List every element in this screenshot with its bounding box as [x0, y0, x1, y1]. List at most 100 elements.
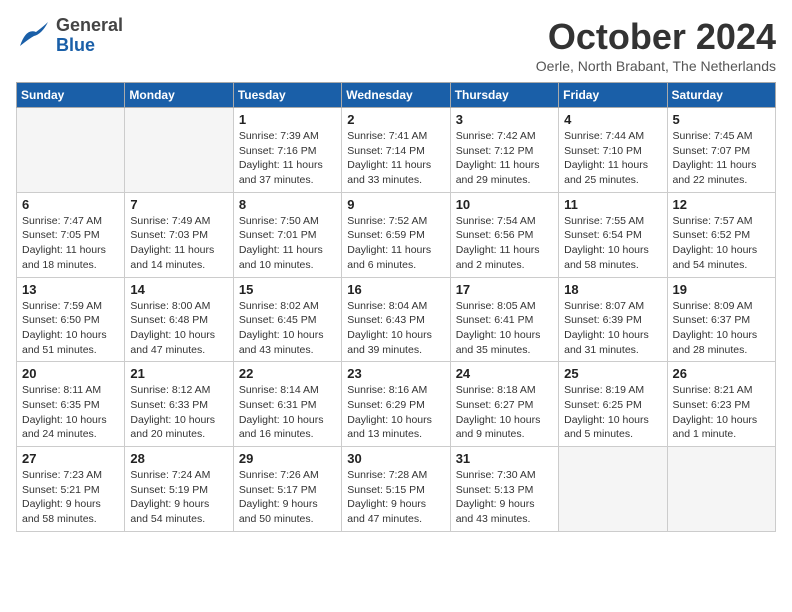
calendar-week-row: 13 Sunrise: 7:59 AMSunset: 6:50 PMDaylig…: [17, 277, 776, 362]
logo: General Blue: [16, 16, 123, 56]
day-info: Sunrise: 8:14 AMSunset: 6:31 PMDaylight:…: [239, 383, 336, 442]
calendar-cell: 12 Sunrise: 7:57 AMSunset: 6:52 PMDaylig…: [667, 192, 775, 277]
calendar-cell: 30 Sunrise: 7:28 AMSunset: 5:15 PMDaylig…: [342, 447, 450, 532]
day-info: Sunrise: 8:02 AMSunset: 6:45 PMDaylight:…: [239, 299, 336, 358]
day-info: Sunrise: 8:07 AMSunset: 6:39 PMDaylight:…: [564, 299, 661, 358]
day-number: 29: [239, 451, 336, 466]
calendar-cell: [667, 447, 775, 532]
calendar-cell: 4 Sunrise: 7:44 AMSunset: 7:10 PMDayligh…: [559, 108, 667, 193]
location: Oerle, North Brabant, The Netherlands: [536, 58, 776, 74]
day-info: Sunrise: 7:44 AMSunset: 7:10 PMDaylight:…: [564, 129, 661, 188]
calendar-cell: 5 Sunrise: 7:45 AMSunset: 7:07 PMDayligh…: [667, 108, 775, 193]
day-number: 12: [673, 197, 770, 212]
day-info: Sunrise: 8:16 AMSunset: 6:29 PMDaylight:…: [347, 383, 444, 442]
day-info: Sunrise: 8:00 AMSunset: 6:48 PMDaylight:…: [130, 299, 227, 358]
day-info: Sunrise: 7:59 AMSunset: 6:50 PMDaylight:…: [22, 299, 119, 358]
day-number: 5: [673, 112, 770, 127]
weekday-header: Friday: [559, 83, 667, 108]
day-info: Sunrise: 7:39 AMSunset: 7:16 PMDaylight:…: [239, 129, 336, 188]
day-number: 8: [239, 197, 336, 212]
calendar-cell: 2 Sunrise: 7:41 AMSunset: 7:14 PMDayligh…: [342, 108, 450, 193]
day-info: Sunrise: 8:18 AMSunset: 6:27 PMDaylight:…: [456, 383, 553, 442]
calendar-cell: 6 Sunrise: 7:47 AMSunset: 7:05 PMDayligh…: [17, 192, 125, 277]
calendar-cell: [17, 108, 125, 193]
day-number: 25: [564, 366, 661, 381]
day-number: 21: [130, 366, 227, 381]
day-number: 15: [239, 282, 336, 297]
calendar-cell: 24 Sunrise: 8:18 AMSunset: 6:27 PMDaylig…: [450, 362, 558, 447]
weekday-header: Sunday: [17, 83, 125, 108]
day-info: Sunrise: 8:04 AMSunset: 6:43 PMDaylight:…: [347, 299, 444, 358]
calendar-cell: 16 Sunrise: 8:04 AMSunset: 6:43 PMDaylig…: [342, 277, 450, 362]
calendar-cell: 21 Sunrise: 8:12 AMSunset: 6:33 PMDaylig…: [125, 362, 233, 447]
calendar-week-row: 27 Sunrise: 7:23 AMSunset: 5:21 PMDaylig…: [17, 447, 776, 532]
weekday-header: Wednesday: [342, 83, 450, 108]
calendar-cell: 8 Sunrise: 7:50 AMSunset: 7:01 PMDayligh…: [233, 192, 341, 277]
calendar-cell: 11 Sunrise: 7:55 AMSunset: 6:54 PMDaylig…: [559, 192, 667, 277]
day-number: 24: [456, 366, 553, 381]
calendar-week-row: 20 Sunrise: 8:11 AMSunset: 6:35 PMDaylig…: [17, 362, 776, 447]
day-info: Sunrise: 7:45 AMSunset: 7:07 PMDaylight:…: [673, 129, 770, 188]
day-info: Sunrise: 8:21 AMSunset: 6:23 PMDaylight:…: [673, 383, 770, 442]
calendar-cell: 23 Sunrise: 8:16 AMSunset: 6:29 PMDaylig…: [342, 362, 450, 447]
day-info: Sunrise: 7:24 AMSunset: 5:19 PMDaylight:…: [130, 468, 227, 527]
calendar-week-row: 1 Sunrise: 7:39 AMSunset: 7:16 PMDayligh…: [17, 108, 776, 193]
day-number: 27: [22, 451, 119, 466]
month-title: October 2024: [536, 16, 776, 58]
calendar-table: SundayMondayTuesdayWednesdayThursdayFrid…: [16, 82, 776, 532]
day-number: 2: [347, 112, 444, 127]
weekday-header: Saturday: [667, 83, 775, 108]
day-number: 22: [239, 366, 336, 381]
day-info: Sunrise: 7:42 AMSunset: 7:12 PMDaylight:…: [456, 129, 553, 188]
calendar-cell: 29 Sunrise: 7:26 AMSunset: 5:17 PMDaylig…: [233, 447, 341, 532]
page-header: General Blue October 2024 Oerle, North B…: [16, 16, 776, 74]
day-info: Sunrise: 8:05 AMSunset: 6:41 PMDaylight:…: [456, 299, 553, 358]
day-info: Sunrise: 7:50 AMSunset: 7:01 PMDaylight:…: [239, 214, 336, 273]
day-number: 26: [673, 366, 770, 381]
calendar-cell: 26 Sunrise: 8:21 AMSunset: 6:23 PMDaylig…: [667, 362, 775, 447]
day-number: 23: [347, 366, 444, 381]
calendar-cell: 13 Sunrise: 7:59 AMSunset: 6:50 PMDaylig…: [17, 277, 125, 362]
calendar-cell: 31 Sunrise: 7:30 AMSunset: 5:13 PMDaylig…: [450, 447, 558, 532]
day-info: Sunrise: 8:09 AMSunset: 6:37 PMDaylight:…: [673, 299, 770, 358]
day-number: 7: [130, 197, 227, 212]
day-info: Sunrise: 7:41 AMSunset: 7:14 PMDaylight:…: [347, 129, 444, 188]
calendar-header-row: SundayMondayTuesdayWednesdayThursdayFrid…: [17, 83, 776, 108]
day-info: Sunrise: 7:54 AMSunset: 6:56 PMDaylight:…: [456, 214, 553, 273]
day-number: 11: [564, 197, 661, 212]
calendar-cell: 25 Sunrise: 8:19 AMSunset: 6:25 PMDaylig…: [559, 362, 667, 447]
day-number: 20: [22, 366, 119, 381]
calendar-cell: 20 Sunrise: 8:11 AMSunset: 6:35 PMDaylig…: [17, 362, 125, 447]
day-info: Sunrise: 7:47 AMSunset: 7:05 PMDaylight:…: [22, 214, 119, 273]
weekday-header: Tuesday: [233, 83, 341, 108]
weekday-header: Monday: [125, 83, 233, 108]
day-info: Sunrise: 8:19 AMSunset: 6:25 PMDaylight:…: [564, 383, 661, 442]
calendar-cell: 27 Sunrise: 7:23 AMSunset: 5:21 PMDaylig…: [17, 447, 125, 532]
day-number: 14: [130, 282, 227, 297]
calendar-cell: 19 Sunrise: 8:09 AMSunset: 6:37 PMDaylig…: [667, 277, 775, 362]
calendar-cell: 22 Sunrise: 8:14 AMSunset: 6:31 PMDaylig…: [233, 362, 341, 447]
calendar-cell: 10 Sunrise: 7:54 AMSunset: 6:56 PMDaylig…: [450, 192, 558, 277]
day-info: Sunrise: 8:11 AMSunset: 6:35 PMDaylight:…: [22, 383, 119, 442]
day-info: Sunrise: 7:26 AMSunset: 5:17 PMDaylight:…: [239, 468, 336, 527]
weekday-header: Thursday: [450, 83, 558, 108]
day-number: 16: [347, 282, 444, 297]
day-info: Sunrise: 7:55 AMSunset: 6:54 PMDaylight:…: [564, 214, 661, 273]
calendar-cell: 28 Sunrise: 7:24 AMSunset: 5:19 PMDaylig…: [125, 447, 233, 532]
day-info: Sunrise: 7:28 AMSunset: 5:15 PMDaylight:…: [347, 468, 444, 527]
calendar-cell: 14 Sunrise: 8:00 AMSunset: 6:48 PMDaylig…: [125, 277, 233, 362]
title-block: October 2024 Oerle, North Brabant, The N…: [536, 16, 776, 74]
calendar-cell: 1 Sunrise: 7:39 AMSunset: 7:16 PMDayligh…: [233, 108, 341, 193]
calendar-cell: [559, 447, 667, 532]
calendar-cell: 15 Sunrise: 8:02 AMSunset: 6:45 PMDaylig…: [233, 277, 341, 362]
day-number: 19: [673, 282, 770, 297]
day-info: Sunrise: 7:30 AMSunset: 5:13 PMDaylight:…: [456, 468, 553, 527]
day-info: Sunrise: 7:49 AMSunset: 7:03 PMDaylight:…: [130, 214, 227, 273]
calendar-cell: 18 Sunrise: 8:07 AMSunset: 6:39 PMDaylig…: [559, 277, 667, 362]
day-number: 13: [22, 282, 119, 297]
day-info: Sunrise: 7:52 AMSunset: 6:59 PMDaylight:…: [347, 214, 444, 273]
day-number: 4: [564, 112, 661, 127]
day-info: Sunrise: 7:23 AMSunset: 5:21 PMDaylight:…: [22, 468, 119, 527]
calendar-cell: 7 Sunrise: 7:49 AMSunset: 7:03 PMDayligh…: [125, 192, 233, 277]
day-number: 1: [239, 112, 336, 127]
